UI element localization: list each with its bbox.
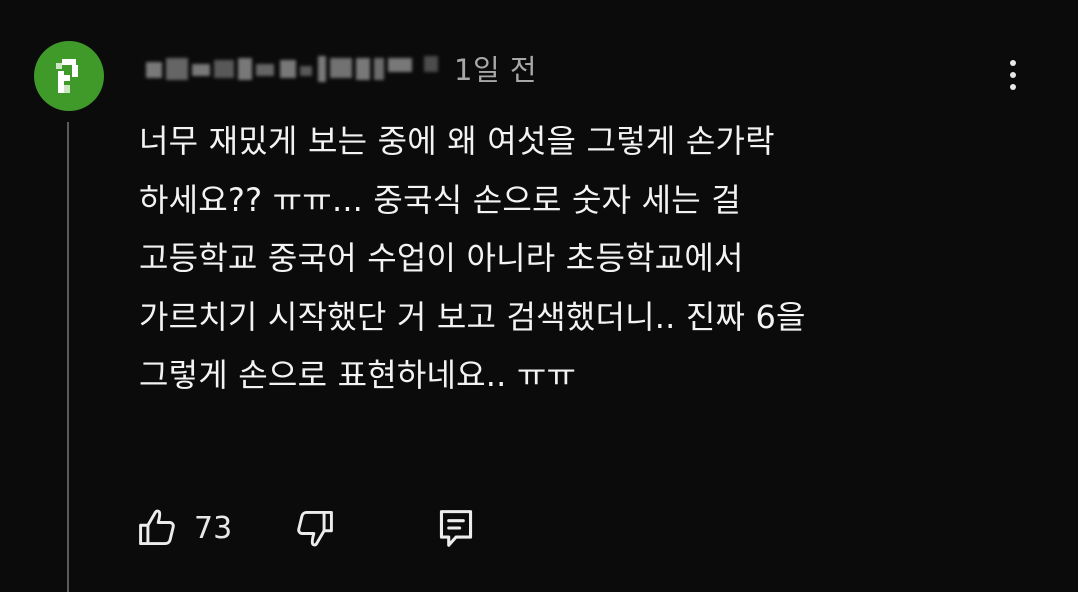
avatar-pixel: [56, 63, 62, 69]
thread-line: [67, 122, 69, 592]
comment-line: 그렇게 손으로 표현하네요.. ㅠㅠ: [139, 356, 577, 394]
comment-line: 너무 재밌게 보는 중에 왜 여섯을 그렇게 손가락: [139, 122, 775, 160]
avatar-pixel: [72, 65, 78, 77]
avatar[interactable]: [34, 41, 104, 111]
comment-header: 1일 전: [140, 48, 537, 88]
more-vertical-icon: [1010, 60, 1016, 66]
comment-reply-icon: [440, 510, 473, 547]
comment-line: 고등학교 중국어 수업이 아니라 초등학교에서: [139, 239, 744, 277]
more-vertical-icon-dot: [1010, 84, 1016, 90]
comment-line: 가르치기 시작했단 거 보고 검색했더니.. 진짜 6을: [139, 297, 806, 336]
comment-actions: 73: [136, 503, 476, 553]
more-options-button[interactable]: [996, 52, 1030, 98]
dislike-button[interactable]: [292, 506, 336, 550]
avatar-pixel: [64, 85, 70, 93]
reply-button[interactable]: [436, 506, 476, 550]
comment-time: 1일 전: [454, 53, 538, 87]
comment-line: 하세요?? ㅠㅠ... 중국식 손으로 숫자 세는 걸: [139, 180, 741, 219]
like-button[interactable]: 73: [136, 506, 232, 550]
comment-text: 너무 재밌게 보는 중에 왜 여섯을 그렇게 손가락 하세요?? ㅠㅠ... 중…: [139, 112, 1039, 405]
like-count: 73: [194, 510, 233, 546]
more-vertical-icon-dot: [1010, 72, 1016, 78]
thumbs-down-icon: [297, 510, 334, 547]
thumbs-up-icon: [139, 509, 175, 546]
author-name-redacted[interactable]: [140, 50, 450, 86]
